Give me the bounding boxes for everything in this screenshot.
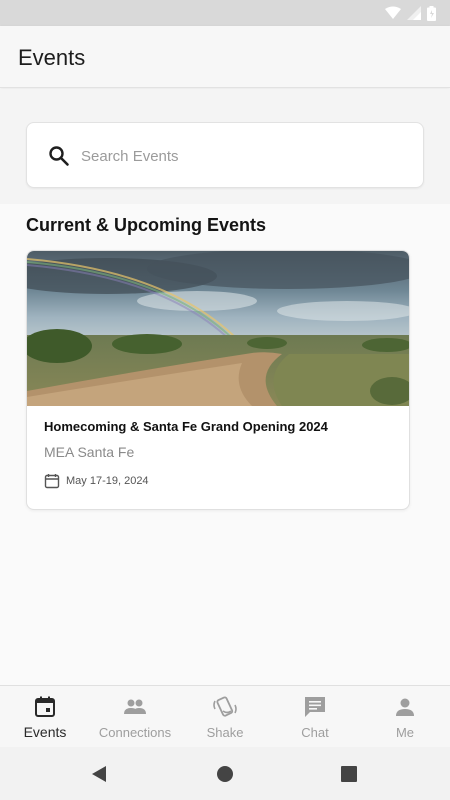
events-screen: Events Current & Upcoming Events bbox=[0, 0, 450, 800]
event-card[interactable]: Homecoming & Santa Fe Grand Opening 2024… bbox=[26, 250, 410, 510]
calendar-icon bbox=[35, 696, 55, 717]
section-title: Current & Upcoming Events bbox=[26, 215, 267, 235]
search-input[interactable] bbox=[81, 141, 401, 171]
status-icons bbox=[385, 5, 436, 21]
person-icon bbox=[396, 698, 414, 716]
nav-item-shake[interactable]: Shake bbox=[180, 686, 270, 748]
app-bar: Events bbox=[0, 26, 450, 88]
shake-phone-icon bbox=[213, 696, 237, 717]
recents-square-icon[interactable] bbox=[339, 764, 359, 784]
event-date-row: May 17-19, 2024 bbox=[44, 473, 149, 489]
nav-label-shake: Shake bbox=[206, 725, 244, 740]
cellular-signal-icon bbox=[407, 6, 421, 20]
nav-item-connections[interactable]: Connections bbox=[90, 686, 180, 748]
nav-label-me: Me bbox=[395, 725, 415, 740]
back-triangle-icon[interactable] bbox=[89, 764, 109, 784]
nav-label-chat: Chat bbox=[301, 725, 329, 740]
nav-item-events[interactable]: Events bbox=[0, 686, 90, 748]
event-title: Homecoming & Santa Fe Grand Opening 2024 bbox=[44, 419, 328, 434]
battery-icon bbox=[427, 5, 436, 21]
nav-item-me[interactable]: Me bbox=[360, 686, 450, 748]
event-date: May 17-19, 2024 bbox=[66, 475, 149, 487]
people-icon bbox=[124, 699, 146, 714]
search-section bbox=[0, 89, 450, 204]
nav-item-chat[interactable]: Chat bbox=[270, 686, 360, 748]
event-location: MEA Santa Fe bbox=[44, 444, 135, 460]
nav-label-connections: Connections bbox=[98, 725, 172, 740]
calendar-icon bbox=[44, 474, 60, 489]
status-bar bbox=[0, 0, 450, 26]
search-box[interactable] bbox=[26, 122, 424, 188]
event-image bbox=[27, 251, 409, 406]
bottom-navigation: Events Connections Shake Chat Me bbox=[0, 685, 450, 747]
search-icon bbox=[49, 146, 69, 166]
page-title: Events bbox=[18, 45, 86, 70]
wifi-icon bbox=[385, 6, 401, 19]
home-circle-icon[interactable] bbox=[215, 764, 235, 784]
system-navigation-bar bbox=[0, 747, 450, 800]
nav-label-events: Events bbox=[23, 724, 67, 740]
chat-icon bbox=[305, 697, 325, 717]
